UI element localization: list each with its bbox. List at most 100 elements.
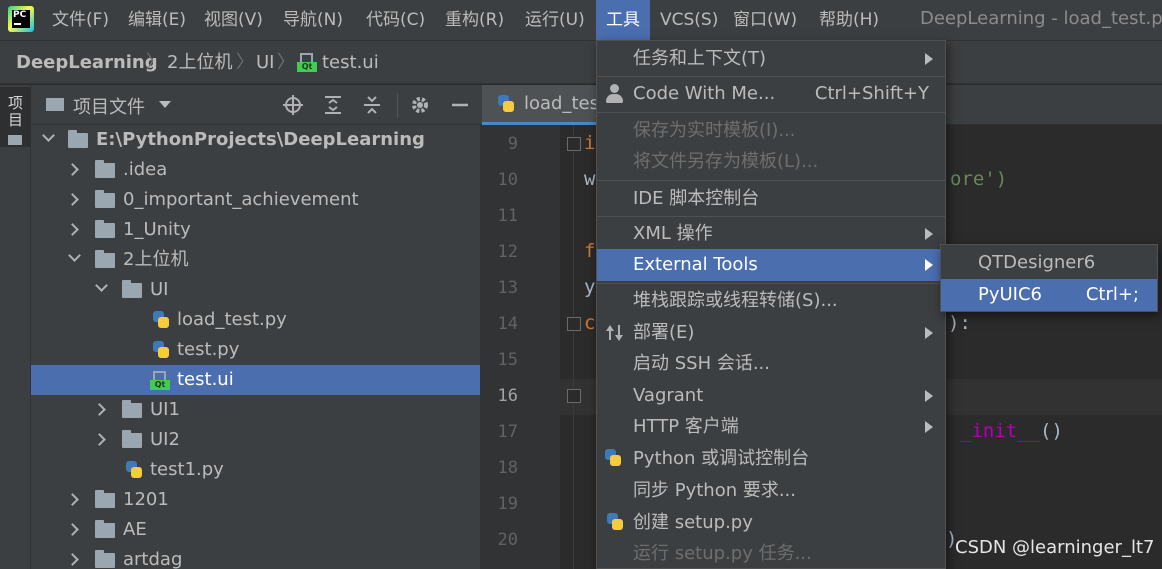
tree-item-test-py[interactable]: test.py	[31, 335, 480, 365]
project-panel: 项目文件 E:\PythonProjects\DeepLearning .ide…	[31, 85, 480, 569]
project-tool-button[interactable]: 项目	[0, 87, 31, 147]
menu-item-ide-script-console[interactable]: IDE 脚本控制台	[597, 183, 945, 215]
qt-file-icon: Qt	[150, 371, 170, 390]
chevron-right-icon[interactable]	[93, 403, 106, 416]
code-text[interactable]: c	[584, 312, 595, 334]
breadcrumb-file[interactable]: test.ui	[322, 51, 379, 75]
python-file-icon	[605, 512, 625, 532]
breadcrumb-project[interactable]: DeepLearning	[16, 51, 158, 75]
menu-tools[interactable]: 工具	[596, 0, 650, 40]
menu-item-deployment[interactable]: 部署(E)	[597, 317, 945, 349]
line-number: 12	[497, 242, 518, 262]
project-view-title[interactable]: 项目文件	[73, 93, 145, 119]
tree-item-ui[interactable]: UI	[31, 275, 480, 305]
tree-item-unity[interactable]: 1_Unity	[31, 215, 480, 245]
tree-item-artdag[interactable]: artdag	[31, 545, 480, 569]
tree-item-1201[interactable]: 1201	[31, 485, 480, 515]
menu-item-external-tools[interactable]: External Tools	[597, 249, 945, 281]
menu-item-save-file-template[interactable]: 将文件另存为模板(L)...	[597, 146, 945, 178]
line-number: 17	[497, 422, 518, 442]
fold-marker-icon[interactable]	[567, 317, 581, 331]
code-text[interactable]: f	[584, 240, 595, 262]
breadcrumb-folder[interactable]: 2上位机	[167, 51, 232, 75]
breadcrumb-folder-ui[interactable]: UI	[256, 51, 274, 75]
tree-item-test-ui[interactable]: Qt test.ui	[31, 365, 480, 395]
chevron-down-icon[interactable]	[42, 129, 55, 142]
menu-item-xml-actions[interactable]: XML 操作	[597, 218, 945, 250]
submenu-arrow-icon	[925, 390, 933, 402]
locate-target-icon[interactable]	[282, 94, 304, 116]
menu-item-tasks-contexts[interactable]: 任务和上下文(T)	[597, 43, 945, 75]
chevron-right-icon[interactable]	[66, 493, 79, 506]
tree-item-label: 0_important_achievement	[123, 189, 359, 210]
menu-item-vagrant[interactable]: Vagrant	[597, 380, 945, 412]
line-number: 10	[497, 170, 518, 190]
folder-icon	[122, 280, 142, 298]
tree-item-test1-py[interactable]: test1.py	[31, 455, 480, 485]
tree-item-ae[interactable]: AE	[31, 515, 480, 545]
menu-item-save-live-template[interactable]: 保存为实时模板(I)...	[597, 115, 945, 147]
menu-separator	[597, 216, 945, 217]
code-magic-method[interactable]: _init__	[960, 420, 1040, 442]
menu-item-python-console[interactable]: Python 或调试控制台	[597, 443, 945, 475]
code-text[interactable]: ()	[1040, 420, 1063, 442]
tree-item-idea[interactable]: .idea	[31, 155, 480, 185]
minimize-icon[interactable]	[449, 94, 471, 116]
python-file-icon	[124, 460, 144, 480]
tree-item-important-achievement[interactable]: 0_important_achievement	[31, 185, 480, 215]
collapse-all-icon[interactable]	[361, 94, 383, 116]
tree-item-ui1[interactable]: UI1	[31, 395, 480, 425]
menu-item-start-ssh[interactable]: 启动 SSH 会话...	[597, 348, 945, 380]
menu-help[interactable]: 帮助(H)	[811, 6, 887, 34]
tree-item-project-root[interactable]: E:\PythonProjects\DeepLearning	[31, 125, 480, 155]
code-string[interactable]: ore')	[950, 168, 1007, 190]
menu-item-code-with-me[interactable]: Code With Me... Ctrl+Shift+Y	[597, 78, 945, 110]
qt-file-icon: Qt	[297, 53, 317, 72]
chevron-down-icon[interactable]	[95, 279, 108, 292]
menu-item-run-setup-task[interactable]: 运行 setup.py 任务...	[597, 538, 945, 569]
folder-icon	[122, 430, 142, 448]
code-text[interactable]: y	[584, 276, 595, 298]
chevron-right-icon[interactable]	[93, 433, 106, 446]
pycharm-logo-icon[interactable]: PC	[8, 6, 34, 32]
menu-edit[interactable]: 编辑(E)	[120, 6, 194, 34]
chevron-right-icon[interactable]	[66, 163, 79, 176]
code-text[interactable]: ):	[948, 312, 971, 334]
menu-view[interactable]: 视图(V)	[196, 6, 271, 34]
fold-guide	[573, 125, 574, 569]
line-number: 14	[497, 314, 518, 334]
tree-item-load-test-py[interactable]: load_test.py	[31, 305, 480, 335]
fold-marker-icon[interactable]	[567, 137, 581, 151]
folder-icon	[95, 190, 115, 208]
fold-marker-icon[interactable]	[567, 389, 581, 403]
submenu-item-qtdesigner[interactable]: QTDesigner6	[941, 247, 1157, 279]
menu-refactor[interactable]: 重构(R)	[437, 6, 512, 34]
menu-file[interactable]: 文件(F)	[44, 6, 117, 34]
menu-code[interactable]: 代码(C)	[358, 6, 433, 34]
menu-item-stack-trace[interactable]: 堆栈跟踪或线程转储(S)...	[597, 285, 945, 317]
tree-item-host[interactable]: 2上位机	[31, 245, 480, 275]
tree-item-label: test.ui	[177, 369, 234, 390]
menu-window[interactable]: 窗口(W)	[725, 6, 805, 34]
line-number: 15	[497, 350, 518, 370]
tree-item-ui2[interactable]: UI2	[31, 425, 480, 455]
gear-icon[interactable]	[409, 94, 431, 116]
chevron-right-icon[interactable]	[66, 523, 79, 536]
menu-item-http-client[interactable]: HTTP 客户端	[597, 411, 945, 443]
chevron-right-icon[interactable]	[66, 553, 79, 566]
menu-navigate[interactable]: 导航(N)	[275, 6, 351, 34]
tree-item-label: 1201	[123, 489, 169, 510]
chevron-down-icon[interactable]	[68, 249, 81, 262]
chevron-down-icon[interactable]	[159, 101, 171, 108]
expand-all-icon[interactable]	[322, 94, 344, 116]
chevron-right-icon[interactable]	[66, 193, 79, 206]
chevron-right-icon[interactable]	[66, 223, 79, 236]
menu-item-sync-requirements[interactable]: 同步 Python 要求...	[597, 475, 945, 507]
menu-vcs[interactable]: VCS(S)	[652, 6, 726, 34]
submenu-item-pyuic[interactable]: PyUIC6 Ctrl+;	[941, 279, 1157, 311]
code-text[interactable]: i	[584, 132, 595, 154]
menu-item-create-setup-py[interactable]: 创建 setup.py	[597, 507, 945, 539]
code-text[interactable]: w	[584, 168, 595, 190]
menu-run[interactable]: 运行(U)	[517, 6, 593, 34]
line-number: 11	[497, 206, 518, 226]
